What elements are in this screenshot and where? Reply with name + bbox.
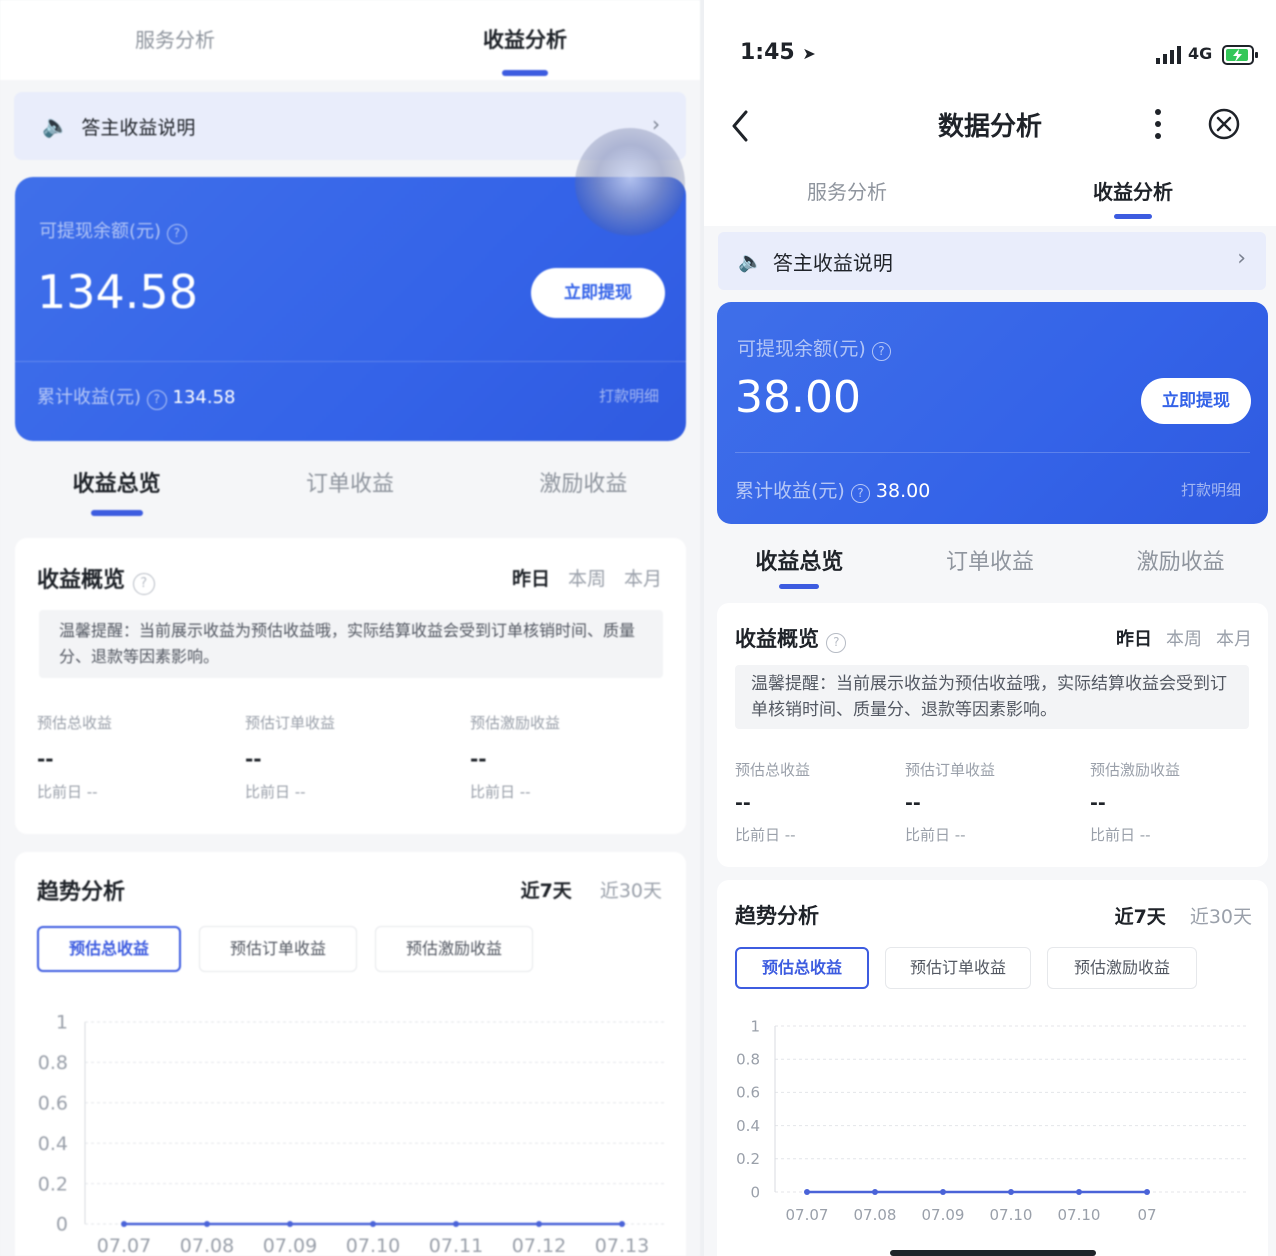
y-tick-label: 1 <box>750 1017 760 1035</box>
y-tick-label: 0.2 <box>38 1173 68 1195</box>
y-tick-label: 1 <box>56 1012 68 1034</box>
x-tick-label: 07.08 <box>180 1235 234 1256</box>
x-tick-label: 07.09 <box>263 1235 317 1256</box>
y-tick-label: 0 <box>56 1214 68 1236</box>
data-point <box>1144 1189 1150 1195</box>
data-point <box>121 1221 127 1227</box>
data-point <box>804 1189 810 1195</box>
x-tick-label: 07 <box>1137 1206 1156 1224</box>
x-tick-label: 07.10 <box>346 1235 400 1256</box>
x-tick-label: 07.08 <box>854 1206 897 1224</box>
right-screen: 1:45 ➤ 4G 数据分析 服务分析 收益分析 🔈 答主收益说明 › 可提现余… <box>704 0 1276 1256</box>
y-tick-label: 0.6 <box>736 1084 760 1102</box>
data-point <box>370 1221 376 1227</box>
trend-chart: 0 0.2 0.4 0.6 0.8 1 07.07 07.08 07.09 07.10 07.10 0… <box>736 1017 1249 1224</box>
x-tick-label: 07.10 <box>990 1206 1033 1224</box>
home-indicator <box>890 1250 1096 1256</box>
touch-indicator <box>575 128 685 238</box>
x-tick-label: 07.10 <box>1058 1206 1101 1224</box>
x-tick-label: 07.07 <box>97 1235 151 1256</box>
x-tick-label: 07.07 <box>786 1206 829 1224</box>
y-tick-label: 0.2 <box>736 1150 760 1168</box>
y-tick-label: 0.8 <box>38 1052 68 1074</box>
data-point <box>872 1189 878 1195</box>
left-screen: 服务分析 收益分析 🔈 答主收益说明 › 可提现余额(元) ? 134.58 立… <box>0 0 700 1256</box>
data-point <box>940 1189 946 1195</box>
data-point <box>619 1221 625 1227</box>
y-tick-label: 0.8 <box>736 1050 760 1068</box>
x-tick-label: 07.12 <box>512 1235 566 1256</box>
y-tick-label: 0 <box>750 1183 760 1201</box>
x-tick-label: 07.11 <box>429 1235 483 1256</box>
data-point <box>1008 1189 1014 1195</box>
data-point <box>287 1221 293 1227</box>
y-tick-label: 0.6 <box>38 1092 68 1114</box>
data-point <box>204 1221 210 1227</box>
data-point <box>453 1221 459 1227</box>
x-tick-label: 07.09 <box>922 1206 965 1224</box>
y-tick-label: 0.4 <box>736 1117 760 1135</box>
data-point <box>536 1221 542 1227</box>
y-tick-label: 0.4 <box>38 1133 68 1155</box>
data-point <box>1076 1189 1082 1195</box>
x-tick-label: 07.13 <box>595 1235 649 1256</box>
